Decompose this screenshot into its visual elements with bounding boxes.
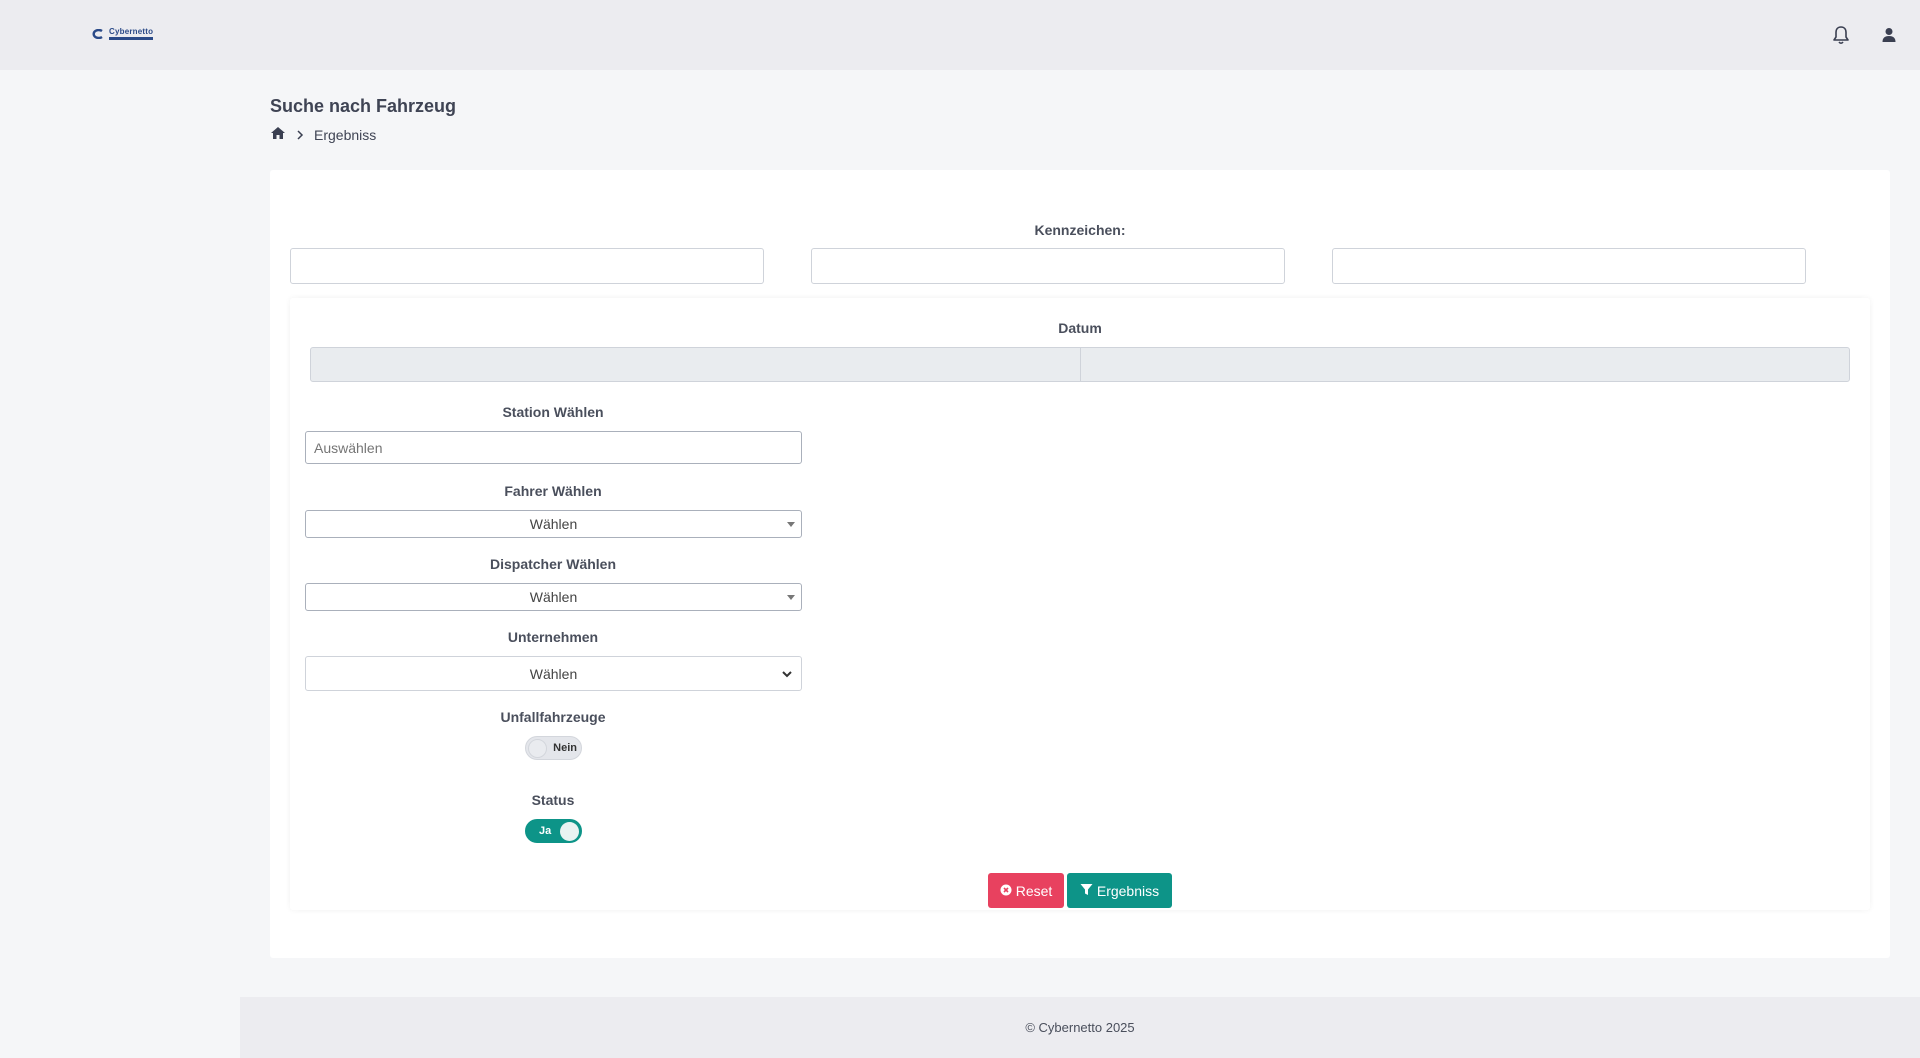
- user-icon[interactable]: [1877, 23, 1901, 47]
- unfall-label: Unfallfahrzeuge: [500, 709, 606, 725]
- logo-name: Cybernetto: [109, 27, 154, 36]
- toggle-knob: [560, 822, 579, 841]
- kennzeichen-input-2[interactable]: [811, 248, 1285, 284]
- bell-icon[interactable]: [1829, 23, 1853, 47]
- unfall-toggle[interactable]: Nein: [525, 736, 582, 760]
- station-label: Station Wählen: [502, 404, 604, 420]
- fahrer-select[interactable]: Wählen: [305, 510, 802, 538]
- date-from-input[interactable]: [311, 348, 1080, 381]
- logo-mark-icon: [92, 29, 103, 39]
- logo-underline: [109, 37, 153, 40]
- unfall-toggle-label: Nein: [553, 742, 577, 754]
- home-icon[interactable]: [270, 126, 286, 143]
- reset-button-label: Reset: [1015, 882, 1053, 899]
- datum-label: Datum: [1058, 320, 1102, 336]
- station-input[interactable]: [305, 431, 802, 464]
- kennzeichen-input-1[interactable]: [290, 248, 764, 284]
- ergebniss-button[interactable]: Ergebniss: [1067, 873, 1172, 908]
- chevron-right-icon: [296, 127, 304, 143]
- copyright-text: © Cybernetto 2025: [1025, 1020, 1135, 1035]
- date-to-input[interactable]: [1079, 348, 1850, 381]
- times-circle-icon: [1000, 883, 1012, 899]
- date-range-picker: [310, 347, 1850, 382]
- caret-down-icon: [787, 522, 795, 527]
- top-bar: Cybernetto: [0, 0, 1920, 70]
- chevron-down-icon: [781, 667, 793, 683]
- status-toggle-label: Ja: [539, 825, 552, 837]
- breadcrumb: Ergebniss: [270, 126, 376, 143]
- fahrer-label: Fahrer Wählen: [504, 483, 602, 499]
- dispatcher-select-value: Wählen: [529, 589, 578, 605]
- logo[interactable]: Cybernetto: [90, 28, 153, 40]
- breadcrumb-current: Ergebniss: [314, 126, 377, 143]
- kennzeichen-input-3[interactable]: [1332, 248, 1806, 284]
- unternehmen-select[interactable]: Wählen: [305, 656, 802, 691]
- page-title: Suche nach Fahrzeug: [270, 96, 457, 116]
- caret-down-icon: [787, 595, 795, 600]
- ergebniss-button-label: Ergebniss: [1096, 882, 1160, 899]
- kennzeichen-label: Kennzeichen:: [1034, 222, 1126, 238]
- reset-button[interactable]: Reset: [988, 873, 1064, 908]
- unternehmen-select-value: Wählen: [529, 665, 578, 682]
- filter-icon: [1080, 883, 1093, 899]
- footer: © Cybernetto 2025: [240, 997, 1920, 1058]
- unternehmen-label: Unternehmen: [507, 629, 599, 645]
- status-toggle[interactable]: Ja: [525, 819, 582, 843]
- dispatcher-select[interactable]: Wählen: [305, 583, 802, 611]
- dispatcher-label: Dispatcher Wählen: [489, 556, 617, 572]
- toggle-knob: [528, 739, 547, 758]
- fahrer-select-value: Wählen: [529, 516, 578, 532]
- status-label: Status: [531, 792, 575, 808]
